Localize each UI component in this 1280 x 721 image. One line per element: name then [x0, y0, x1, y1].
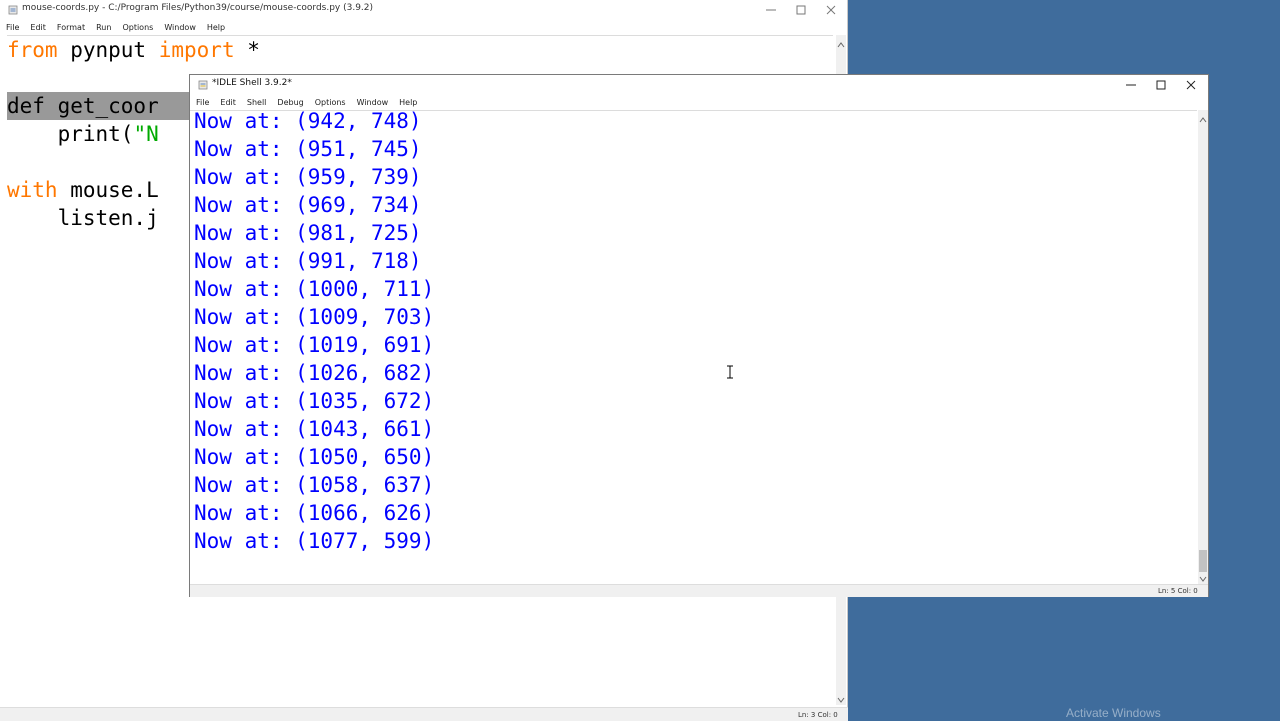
- menu-help[interactable]: Help: [201, 20, 230, 33]
- menu-shell[interactable]: Shell: [241, 95, 272, 108]
- activate-windows-watermark: Activate Windows: [1066, 706, 1161, 720]
- keyword: import: [158, 38, 235, 62]
- scroll-down-icon[interactable]: [836, 695, 846, 705]
- shell-scrollbar[interactable]: [1198, 110, 1208, 584]
- shell-output-line: Now at: (981, 725): [194, 221, 422, 245]
- python-icon: [198, 80, 208, 90]
- editor-titlebar[interactable]: mouse-coords.py - C:/Program Files/Pytho…: [0, 0, 847, 20]
- shell-output-line: Now at: (969, 734): [194, 193, 422, 217]
- shell-statusbar: Ln: 5 Col: 0: [190, 584, 1208, 597]
- shell-output-line: Now at: (1009, 703): [194, 305, 435, 329]
- menu-options[interactable]: Options: [116, 20, 158, 33]
- minimize-icon[interactable]: [756, 0, 786, 20]
- minimize-icon[interactable]: [1116, 75, 1146, 95]
- menu-format[interactable]: Format: [51, 20, 90, 33]
- editor-title: mouse-coords.py - C:/Program Files/Pytho…: [22, 3, 374, 13]
- shell-output-line: Now at: (951, 745): [194, 137, 422, 161]
- scroll-thumb[interactable]: [1199, 550, 1207, 572]
- shell-output-line: Now at: (959, 739): [194, 165, 422, 189]
- shell-window: *IDLE Shell 3.9.2* File Edit Shell Debug…: [189, 74, 1209, 597]
- code-line-1: from pynput import *: [7, 38, 260, 62]
- shell-menubar: File Edit Shell Debug Options Window Hel…: [190, 95, 1208, 110]
- code-line-3: print("N: [7, 122, 159, 146]
- keyword: with: [7, 178, 58, 202]
- menu-file[interactable]: File: [0, 20, 24, 33]
- shell-title: *IDLE Shell 3.9.2*: [212, 78, 292, 88]
- close-icon[interactable]: [1176, 75, 1206, 95]
- shell-output-line: Now at: (942, 748): [194, 110, 422, 133]
- menu-run[interactable]: Run: [90, 20, 116, 33]
- shell-output-line: Now at: (1058, 637): [194, 473, 435, 497]
- code-line-5: listen.j: [7, 206, 159, 230]
- menu-options[interactable]: Options: [309, 95, 351, 108]
- shell-output-line: Now at: (1043, 661): [194, 417, 435, 441]
- shell-output-line: Now at: (1050, 650): [194, 445, 435, 469]
- shell-output-line: Now at: (1019, 691): [194, 333, 435, 357]
- shell-output-line: Now at: (991, 718): [194, 249, 422, 273]
- menu-help[interactable]: Help: [393, 95, 422, 108]
- editor-menubar: File Edit Format Run Options Window Help: [0, 20, 847, 35]
- shell-output-line: Now at: (1066, 626): [194, 501, 435, 525]
- menu-file[interactable]: File: [190, 95, 214, 108]
- scroll-up-icon[interactable]: [1198, 115, 1208, 125]
- keyword: from: [7, 38, 58, 62]
- close-icon[interactable]: [816, 0, 846, 20]
- string-literal: "N: [133, 122, 159, 146]
- code-line-4: with mouse.L: [7, 178, 159, 202]
- menu-debug[interactable]: Debug: [271, 95, 308, 108]
- code-line-selected: def get_coor: [7, 92, 207, 120]
- scroll-down-icon[interactable]: [1198, 574, 1208, 584]
- shell-output-line: Now at: (1000, 711): [194, 277, 435, 301]
- shell-output-line: Now at: (1077, 599): [194, 529, 435, 553]
- menu-window[interactable]: Window: [351, 95, 394, 108]
- shell-status-text: Ln: 5 Col: 0: [1158, 587, 1198, 595]
- maximize-icon[interactable]: [1146, 75, 1176, 95]
- shell-titlebar[interactable]: *IDLE Shell 3.9.2*: [190, 75, 1208, 95]
- shell-output-line: Now at: (1026, 682): [194, 361, 435, 385]
- menu-edit[interactable]: Edit: [24, 20, 51, 33]
- editor-status-text: Ln: 3 Col: 0: [798, 711, 838, 719]
- shell-output-area[interactable]: Now at: (942, 748) Now at: (951, 745) Now …: [190, 110, 1197, 585]
- editor-statusbar: Ln: 3 Col: 0: [0, 707, 848, 721]
- menu-window[interactable]: Window: [158, 20, 201, 33]
- i-beam-cursor-icon: [727, 365, 733, 379]
- menu-edit[interactable]: Edit: [214, 95, 241, 108]
- shell-output-line: Now at: (1035, 672): [194, 389, 435, 413]
- maximize-icon[interactable]: [786, 0, 816, 20]
- python-file-icon: [8, 5, 18, 15]
- scroll-up-icon[interactable]: [836, 40, 846, 50]
